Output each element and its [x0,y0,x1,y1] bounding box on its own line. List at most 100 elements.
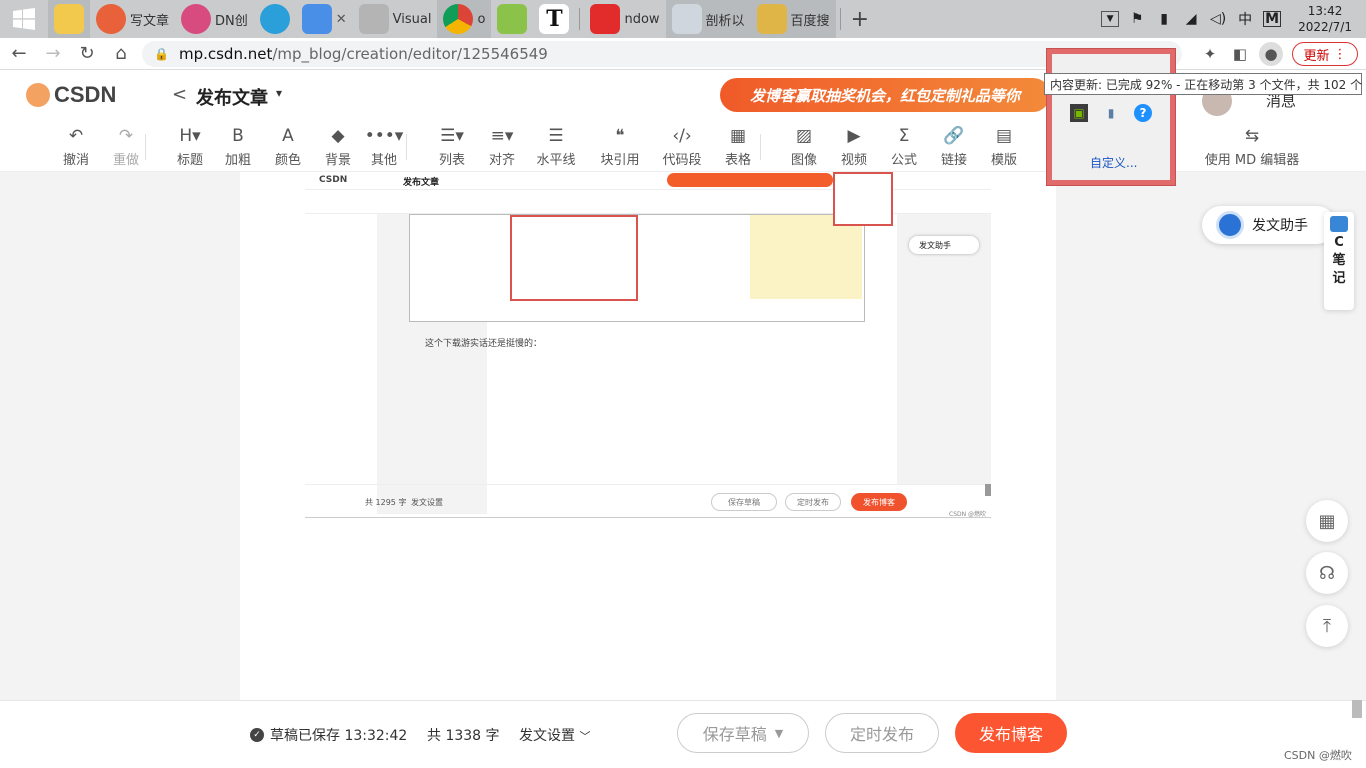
publish-settings-dropdown[interactable]: 发文设置 ﹀ [519,725,590,745]
flag-icon[interactable]: ⚑ [1128,11,1146,27]
nvidia-icon[interactable]: ▣ [1070,104,1088,122]
toolbar-color-button[interactable]: A 颜色 [262,126,314,168]
taskbar-firefox-csdn[interactable]: DN创 [175,0,254,38]
taskbar-firefox-write[interactable]: 写文章 [90,0,175,38]
taskbar-monitor[interactable]: 剖析以 [665,0,751,38]
browser-update-button[interactable]: 更新 ⋮ [1292,42,1358,66]
system-clock[interactable]: 13:42 2022/7/1 [1298,3,1352,35]
toolbar-paint-bucket-button[interactable]: ◆ 背景 [312,126,364,168]
taskbar-baidu-netdisk[interactable]: ✕ [296,0,353,38]
md-editor-switch-button[interactable]: ⇆ 使用 MD 编辑器 [1205,126,1300,168]
taskbar-chart-app[interactable] [491,0,533,38]
assistant-icon [1216,211,1244,239]
toolbar-redo-button[interactable]: ↷ 重做 [100,126,152,168]
home-icon[interactable]: ⌂ [106,39,136,69]
toolbar-list-button[interactable]: ☰▾ 列表 [426,126,478,168]
back-arrow-icon[interactable]: ← [4,39,34,69]
taskbar-edge[interactable] [254,0,296,38]
notes-tab[interactable]: C 笔 记 [1324,212,1354,310]
toolbar-label: 使用 MD 编辑器 [1204,153,1300,168]
toolbar-template-button[interactable]: ▤ 模版 [978,126,1030,168]
scrollbar-thumb[interactable] [1352,700,1362,718]
toolbar-video-button[interactable]: ▶ 视频 [828,126,880,168]
reload-icon[interactable]: ↻ [72,39,102,69]
align-icon: ≡▾ [490,126,514,146]
toolbar-label: 颜色 [274,153,301,168]
taskbar-chrome[interactable]: o [437,0,492,38]
caret-down-icon: ▼ [774,726,784,740]
switch-icon: ⇆ [1244,126,1260,146]
taskbar-visual-tools[interactable]: Visual [353,0,438,38]
toolbar-align-button[interactable]: ≡▾ 对齐 [476,126,528,168]
toolbar-more-button[interactable]: •••▾ 其他 [358,126,410,168]
toolbar-label: 模版 [990,153,1017,168]
save-draft-button[interactable]: 保存草稿 ▼ [677,713,809,753]
writing-assistant-button[interactable]: 发文助手 [1202,206,1336,244]
netease-music-icon [590,4,621,34]
customer-service-button[interactable]: ☊ [1306,552,1348,594]
word-count: 共 1338 字 [427,728,500,744]
chrome-icon [443,4,474,34]
toolbar-image-button[interactable]: ▨ 图像 [778,126,830,168]
toolbar-bold-button[interactable]: B 加粗 [212,126,264,168]
tray-customize-link[interactable]: 自定义... [1090,154,1137,171]
ime-chinese-icon[interactable]: 中 [1236,11,1254,28]
url-bar[interactable]: 🔒 mp.csdn.net /mp_blog/creation/editor/1… [142,41,1182,67]
toolbar-label: 重做 [112,153,139,168]
qr-code-button[interactable]: ▦ [1306,500,1348,542]
start-button[interactable] [0,0,48,38]
video-icon: ▶ [847,126,861,146]
notes-icon [1330,216,1348,232]
schedule-publish-button[interactable]: 定时发布 [825,713,939,753]
toolbar-label: 表格 [724,153,751,168]
promo-banner[interactable]: 发博客赢取抽奖机会，红包定制礼品等你 [720,78,1050,112]
tray-expand-icon[interactable]: ▼ [1101,11,1120,27]
publish-blog-button[interactable]: 发布博客 [955,713,1067,753]
forward-arrow-icon[interactable]: → [38,39,68,69]
csdn-logo[interactable]: CSDN [26,82,116,108]
title-dropdown-icon[interactable]: ▾ [276,86,282,100]
image-icon: ▨ [795,126,813,146]
extensions-puzzle-icon[interactable]: ✦ [1198,42,1222,66]
toolbar-quote-button[interactable]: ❝ 块引用 [594,126,646,168]
clock-time: 13:42 [1307,4,1343,18]
quote-icon: ❝ [615,126,625,146]
toolbar-label: 撤消 [62,153,89,168]
toolbar-link-button[interactable]: 🔗 链接 [928,126,980,168]
toolbar-label: 图像 [790,153,817,168]
toolbar-code-button[interactable]: ‹/› 代码段 [656,126,708,168]
menu-dots-icon: ⋮ [1333,46,1347,62]
toolbar-label: 公式 [890,153,917,168]
more-icon: •••▾ [364,126,404,146]
volume-icon[interactable]: ◁) [1209,11,1227,27]
toolbar-label: 水平线 [536,153,576,168]
sidebar-panel-icon[interactable]: ◧ [1228,42,1252,66]
taskbar-new-tab[interactable]: + [845,0,875,38]
redo-icon: ↷ [118,126,134,146]
taskbar-netease-music[interactable]: ndow [584,0,665,38]
page-scrollbar[interactable] [1350,700,1364,750]
battery-icon[interactable]: ▮ [1155,11,1173,27]
toolbar-hr-button[interactable]: ☰ 水平线 [530,126,582,168]
toolbar-table-button[interactable]: ▦ 表格 [712,126,764,168]
taskbar-file-explorer[interactable] [48,0,90,38]
network-icon[interactable]: ◢ [1182,11,1200,27]
hr-icon: ☰ [548,126,564,146]
toolbar-undo-button[interactable]: ↶ 撤消 [50,126,102,168]
ime-mode-icon[interactable]: M [1263,11,1282,27]
toolbar-formula-button[interactable]: Σ 公式 [878,126,930,168]
help-icon[interactable]: ? [1134,104,1152,122]
page-title: 发布文章 [196,88,268,109]
taskbar-text-app[interactable]: T [533,0,575,38]
back-chevron-icon[interactable]: < [172,84,187,105]
taskbar-baidu[interactable]: 百度搜 [750,0,836,38]
toolbar-heading-button[interactable]: H▾ 标题 [164,126,216,168]
firefox-icon [181,4,212,34]
back-to-top-button[interactable]: ⤒ [1306,605,1348,647]
tray-app-icon[interactable]: ▮ [1102,104,1120,122]
back-to-top-icon: ⤒ [1323,615,1331,637]
profile-icon[interactable]: ● [1259,42,1283,66]
heading-icon: H▾ [179,126,201,146]
firefox-icon [96,4,126,34]
code-icon: ‹/› [672,126,692,146]
